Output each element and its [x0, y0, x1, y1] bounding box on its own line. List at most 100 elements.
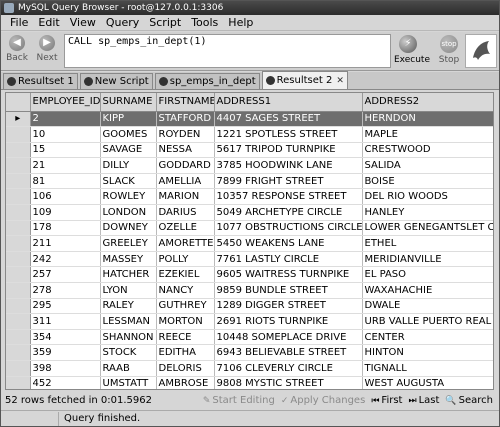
table-cell[interactable]: 1221 SPOTLESS STREET [214, 126, 363, 143]
table-cell[interactable]: LONDON [100, 204, 157, 221]
table-cell[interactable]: HERNDON [362, 111, 493, 128]
row-header[interactable] [6, 376, 31, 389]
table-cell[interactable]: MORTON [156, 313, 215, 330]
table-cell[interactable]: 257 [30, 266, 101, 284]
table-cell[interactable]: KIPP [100, 111, 157, 128]
row-header[interactable] [6, 188, 31, 206]
table-cell[interactable]: 21 [30, 157, 101, 174]
table-cell[interactable]: 7106 CLEVERLY CIRCLE [214, 360, 363, 377]
result-grid[interactable]: EMPLOYEE_ID SURNAME FIRSTNAME ADDRESS1 A… [5, 92, 494, 390]
table-cell[interactable]: 3785 HOODWINK LANE [214, 157, 363, 174]
table-cell[interactable]: BOISE [362, 173, 493, 190]
table-cell[interactable]: AMELLIA [156, 173, 215, 190]
table-cell[interactable]: DARIUS [156, 204, 215, 221]
table-cell[interactable]: MERIDIANVILLE [362, 251, 493, 268]
table-cell[interactable]: 2691 RIOTS TURNPIKE [214, 313, 363, 330]
table-cell[interactable]: RALEY [100, 298, 157, 315]
table-row[interactable]: 109 LONDON DARIUS 5049 ARCHETYPE CIRCLE HANL… [6, 204, 493, 221]
table-cell[interactable]: LESSMAN [100, 313, 157, 330]
row-header[interactable] [6, 282, 31, 299]
column-header-employee-id[interactable]: EMPLOYEE_ID [30, 93, 101, 112]
table-cell[interactable]: DEL RIO WOODS [362, 188, 493, 206]
menu-query[interactable]: Query [101, 16, 144, 29]
column-header-surname[interactable]: SURNAME [100, 93, 157, 112]
execute-button[interactable]: ⚡ Execute [394, 35, 430, 65]
table-row[interactable]: 242 MASSEY POLLY 7761 LASTLY CIRCLE MERIDIAN… [6, 251, 493, 268]
table-cell[interactable]: ETHEL [362, 235, 493, 252]
back-button[interactable]: ◀ Back [3, 35, 31, 63]
table-row[interactable]: 354 SHANNON REECE 10448 SOMEPLACE DRIVE CENT… [6, 329, 493, 346]
table-cell[interactable]: DELORIS [156, 360, 215, 377]
table-cell[interactable]: 354 [30, 329, 101, 346]
tab-sp-emps-in-dept[interactable]: sp_emps_in_dept [154, 73, 260, 89]
table-cell[interactable]: GODDARD [156, 157, 215, 174]
table-cell[interactable]: 9605 WAITRESS TURNPIKE [214, 266, 363, 284]
row-header[interactable] [6, 298, 31, 315]
table-row[interactable]: 257 HATCHER EZEKIEL 9605 WAITRESS TURNPIKE E… [6, 266, 493, 284]
close-icon[interactable]: ✕ [336, 76, 344, 86]
last-button[interactable]: ⏭ Last [408, 395, 439, 406]
apply-changes-button[interactable]: ✓ Apply Changes [281, 395, 365, 406]
table-cell[interactable]: 242 [30, 251, 101, 268]
table-cell[interactable]: GOOMES [100, 126, 157, 143]
table-row[interactable]: 21 DILLY GODDARD 3785 HOODWINK LANE SALIDA [6, 157, 493, 174]
table-cell[interactable]: 1289 DIGGER STREET [214, 298, 363, 315]
table-row[interactable]: 15 SAVAGE NESSA 5617 TRIPOD TURNPIKE CRESTWO… [6, 142, 493, 159]
table-cell[interactable]: LYON [100, 282, 157, 299]
table-cell[interactable]: MAPLE [362, 126, 493, 143]
table-cell[interactable]: 5049 ARCHETYPE CIRCLE [214, 204, 363, 221]
table-row[interactable]: 311 LESSMAN MORTON 2691 RIOTS TURNPIKE URB V… [6, 313, 493, 330]
table-cell[interactable]: WAXAHACHIE [362, 282, 493, 299]
table-cell[interactable]: HATCHER [100, 266, 157, 284]
table-cell[interactable]: UMSTATT [100, 376, 157, 389]
table-cell[interactable]: 295 [30, 298, 101, 315]
menu-help[interactable]: Help [223, 16, 258, 29]
table-cell[interactable]: 10 [30, 126, 101, 143]
table-cell[interactable]: DWALE [362, 298, 493, 315]
table-row[interactable]: 81 SLACK AMELLIA 7899 FRIGHT STREET BOISE [6, 173, 493, 190]
table-cell[interactable]: STOCK [100, 344, 157, 361]
table-row[interactable]: 359 STOCK EDITHA 6943 BELIEVABLE STREET HINT… [6, 344, 493, 361]
table-cell[interactable]: EDITHA [156, 344, 215, 361]
table-cell[interactable]: 1077 OBSTRUCTIONS CIRCLE [214, 220, 363, 237]
row-header[interactable] [6, 313, 31, 330]
table-cell[interactable]: 2 [30, 111, 101, 128]
row-header[interactable]: ▸ [6, 111, 31, 128]
next-button[interactable]: ▶ Next [33, 35, 61, 63]
table-cell[interactable]: ROYDEN [156, 126, 215, 143]
start-editing-button[interactable]: ✎ Start Editing [203, 395, 275, 406]
table-row[interactable]: 211 GREELEY AMORETTE 5450 WEAKENS LANE ETHEL [6, 235, 493, 252]
table-cell[interactable]: 311 [30, 313, 101, 330]
table-cell[interactable]: AMORETTE [156, 235, 215, 252]
row-header[interactable] [6, 360, 31, 377]
table-cell[interactable]: 5450 WEAKENS LANE [214, 235, 363, 252]
row-header[interactable] [6, 344, 31, 361]
table-cell[interactable]: 211 [30, 235, 101, 252]
row-header[interactable] [6, 235, 31, 252]
table-cell[interactable]: 9808 MYSTIC STREET [214, 376, 363, 389]
row-header[interactable] [6, 157, 31, 174]
menu-file[interactable]: File [5, 16, 33, 29]
column-header-address1[interactable]: ADDRESS1 [214, 93, 363, 112]
table-cell[interactable]: AMBROSE [156, 376, 215, 389]
search-button[interactable]: 🔍 Search [445, 395, 493, 406]
table-cell[interactable]: NESSA [156, 142, 215, 159]
table-cell[interactable]: GREELEY [100, 235, 157, 252]
table-cell[interactable]: WEST AUGUSTA [362, 376, 493, 389]
table-cell[interactable]: LOWER GENEGANTSLET CORNER [362, 220, 493, 237]
table-cell[interactable]: 109 [30, 204, 101, 221]
table-cell[interactable]: MARION [156, 188, 215, 206]
table-cell[interactable]: 10448 SOMEPLACE DRIVE [214, 329, 363, 346]
column-header-firstname[interactable]: FIRSTNAME [156, 93, 215, 112]
table-cell[interactable]: REECE [156, 329, 215, 346]
table-cell[interactable]: CRESTWOOD [362, 142, 493, 159]
first-button[interactable]: ⏮ First [371, 395, 402, 406]
table-cell[interactable]: DILLY [100, 157, 157, 174]
table-row[interactable]: 278 LYON NANCY 9859 BUNDLE STREET WAXAHACHIE [6, 282, 493, 299]
menu-script[interactable]: Script [144, 16, 186, 29]
table-cell[interactable]: NANCY [156, 282, 215, 299]
table-row[interactable]: 452 UMSTATT AMBROSE 9808 MYSTIC STREET WEST … [6, 376, 493, 389]
table-cell[interactable]: HANLEY [362, 204, 493, 221]
table-row[interactable]: 398 RAAB DELORIS 7106 CLEVERLY CIRCLE TIGNAL… [6, 360, 493, 377]
table-cell[interactable]: 6943 BELIEVABLE STREET [214, 344, 363, 361]
